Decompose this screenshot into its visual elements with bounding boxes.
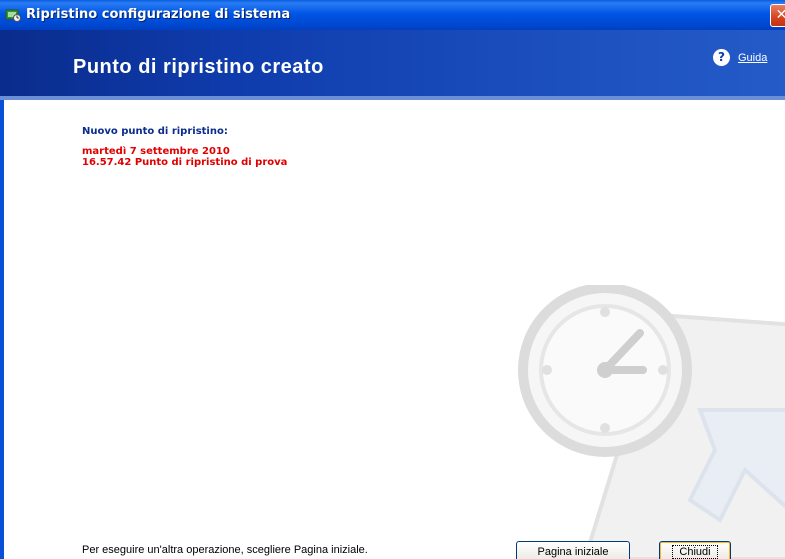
clock-watermark-icon xyxy=(518,285,785,559)
page-title: Punto di ripristino creato xyxy=(73,56,324,78)
restore-point-details: 16.57.42 Punto di ripristino di prova xyxy=(82,157,288,168)
system-restore-icon xyxy=(5,9,21,22)
home-page-button[interactable]: Pagina iniziale xyxy=(516,541,630,559)
close-dialog-label: Chiudi xyxy=(672,545,718,559)
restore-point-heading: Nuovo punto di ripristino: xyxy=(82,126,228,137)
system-restore-window: Ripristino configurazione di sistema ✕ P… xyxy=(0,0,785,559)
title-bar[interactable]: Ripristino configurazione di sistema ✕ xyxy=(0,0,785,30)
restore-point-date: martedì 7 settembre 2010 xyxy=(82,146,230,157)
window-title: Ripristino configurazione di sistema xyxy=(26,7,291,22)
help-label[interactable]: Guida xyxy=(738,52,767,64)
help-link[interactable]: ? Guida xyxy=(713,49,767,66)
close-icon: ✕ xyxy=(775,7,785,23)
footer-instruction: Per eseguire un'altra operazione, scegli… xyxy=(82,544,368,556)
restore-point-info: Nuovo punto di ripristino: martedì 7 set… xyxy=(82,126,287,168)
help-icon[interactable]: ? xyxy=(713,49,730,66)
close-dialog-button[interactable]: Chiudi xyxy=(659,541,731,559)
close-button[interactable]: ✕ xyxy=(770,4,785,27)
header-divider xyxy=(0,96,785,100)
window-left-border xyxy=(0,100,4,559)
